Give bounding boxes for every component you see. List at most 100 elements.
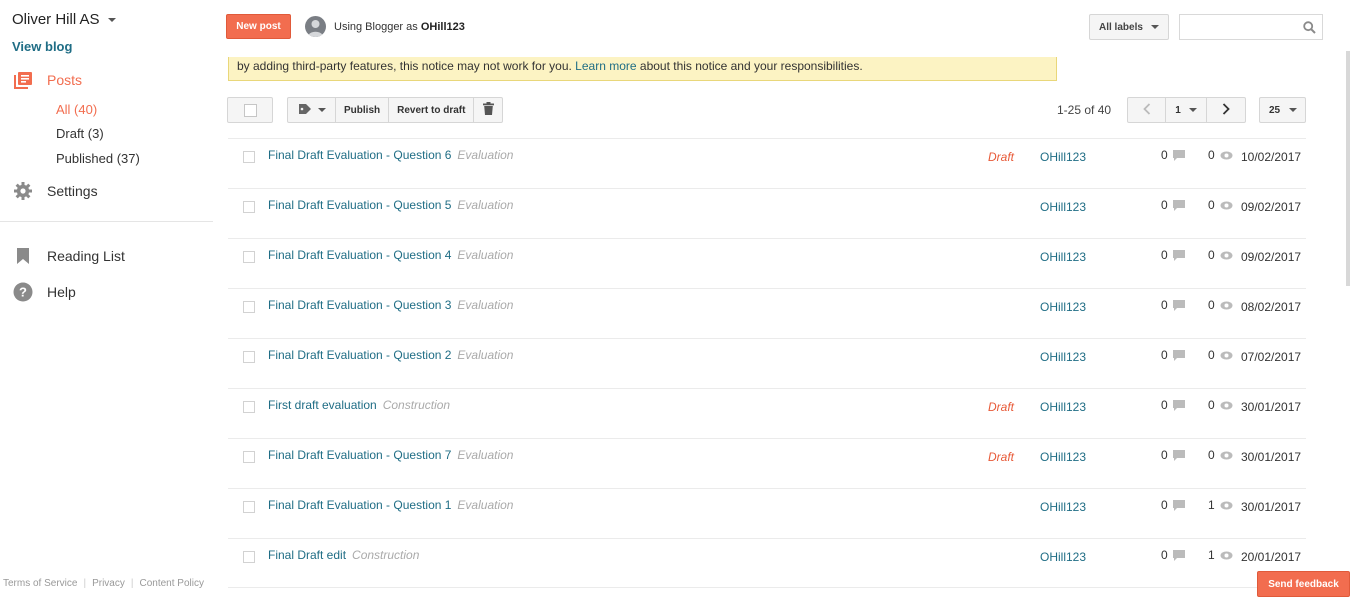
post-title[interactable]: Final Draft Evaluation - Question 1 Evalu… [268,498,513,512]
search-input[interactable] [1179,14,1323,40]
comment-icon [1172,299,1185,311]
post-author[interactable]: OHill123 [1040,250,1086,264]
row-checkbox[interactable] [243,301,255,313]
comment-count-value: 0 [1161,348,1168,362]
notice-text: about this notice and your responsibilit… [639,59,863,73]
table-row[interactable]: Final Draft Evaluation - Question 4 Evalu… [228,238,1306,288]
chevron-right-icon [1222,102,1230,118]
row-checkbox[interactable] [243,551,255,563]
comment-count-value: 0 [1161,548,1168,562]
table-row[interactable]: Final Draft Evaluation - Question 3 Evalu… [228,288,1306,338]
sidebar-item-posts[interactable]: Posts [12,70,82,90]
view-count: 0 [1208,298,1233,312]
post-title-text[interactable]: Final Draft Evaluation - Question 7 [268,448,451,462]
post-title[interactable]: Final Draft Evaluation - Question 6 Evalu… [268,148,513,162]
previous-page-button[interactable] [1128,98,1166,122]
publish-button[interactable]: Publish [336,98,390,122]
privacy-link[interactable]: Privacy [92,578,125,589]
blog-selector[interactable]: Oliver Hill AS [12,11,116,28]
post-author[interactable]: OHill123 [1040,150,1086,164]
sidebar-divider [0,221,213,222]
post-title-text[interactable]: Final Draft Evaluation - Question 5 [268,198,451,212]
post-author[interactable]: OHill123 [1040,300,1086,314]
row-checkbox[interactable] [243,351,255,363]
post-author[interactable]: OHill123 [1040,200,1086,214]
delete-button[interactable] [474,98,502,122]
post-title-text[interactable]: Final Draft Evaluation - Question 1 [268,498,451,512]
post-status: Draft [988,450,1015,464]
post-title[interactable]: Final Draft Evaluation - Question 4 Evalu… [268,248,513,262]
labels-dropdown[interactable]: All labels [1089,14,1169,40]
table-row[interactable]: Final Draft Evaluation - Question 7 Evalu… [228,438,1306,488]
select-all-checkbox[interactable] [227,97,273,123]
chevron-down-icon [317,108,326,112]
post-title-text[interactable]: First draft evaluation [268,398,377,412]
row-checkbox[interactable] [243,501,255,513]
post-author[interactable]: OHill123 [1040,350,1086,364]
table-row[interactable]: Final Draft edit Construction OHill123 0 … [228,538,1306,588]
comment-count: 0 [1161,498,1185,512]
table-row[interactable]: Final Draft Evaluation - Question 1 Evalu… [228,488,1306,538]
post-title-text[interactable]: Final Draft Evaluation - Question 3 [268,298,451,312]
row-checkbox[interactable] [243,201,255,213]
send-feedback-button[interactable]: Send feedback [1257,571,1350,597]
post-title-text[interactable]: Final Draft Evaluation - Question 4 [268,248,451,262]
sidebar-item-help[interactable]: ? Help [12,282,76,302]
row-checkbox[interactable] [243,401,255,413]
post-title[interactable]: Final Draft edit Construction [268,548,419,562]
post-title[interactable]: Final Draft Evaluation - Question 7 Evalu… [268,448,513,462]
labels-dropdown-label: All labels [1099,21,1143,33]
cookie-notice: by adding third-party features, this not… [228,57,1057,81]
table-row[interactable]: Final Draft Evaluation - Question 2 Evalu… [228,338,1306,388]
post-author[interactable]: OHill123 [1040,550,1086,564]
post-label: Evaluation [457,448,514,462]
post-title-text[interactable]: Final Draft edit [268,548,346,562]
comment-icon [1172,449,1185,461]
post-title-text[interactable]: Final Draft Evaluation - Question 6 [268,148,451,162]
post-author[interactable]: OHill123 [1040,400,1086,414]
post-title[interactable]: Final Draft Evaluation - Question 2 Evalu… [268,348,513,362]
terms-link[interactable]: Terms of Service [3,578,77,589]
sidebar-item-settings[interactable]: Settings [12,181,98,201]
table-row[interactable]: First draft evaluation Construction Draft… [228,388,1306,438]
label-menu-button[interactable] [288,98,336,122]
post-title[interactable]: Final Draft Evaluation - Question 5 Evalu… [268,198,513,212]
post-title[interactable]: Final Draft Evaluation - Question 3 Evalu… [268,298,513,312]
content-policy-link[interactable]: Content Policy [139,578,203,589]
trash-icon [482,102,494,118]
next-page-button[interactable] [1207,98,1245,122]
sidebar-subitem-all[interactable]: All (40) [56,102,97,117]
sidebar-subitem-draft[interactable]: Draft (3) [56,126,104,141]
post-label: Construction [352,548,420,562]
learn-more-link[interactable]: Learn more [575,59,636,73]
page-select[interactable]: 1 [1166,98,1207,122]
vertical-scrollbar[interactable] [1346,51,1350,286]
sidebar-item-reading-list[interactable]: Reading List [12,246,125,266]
sidebar-subitem-published[interactable]: Published (37) [56,151,140,166]
new-post-button[interactable]: New post [226,14,291,39]
post-label: Evaluation [457,148,514,162]
per-page-select[interactable]: 25 [1259,97,1306,123]
revert-to-draft-button[interactable]: Revert to draft [389,98,475,122]
post-author[interactable]: OHill123 [1040,500,1086,514]
notice-text: by adding third-party features, this not… [237,59,572,73]
blog-title: Oliver Hill AS [12,11,100,28]
table-row[interactable]: Final Draft Evaluation - Question 5 Evalu… [228,188,1306,238]
row-checkbox[interactable] [243,451,255,463]
row-checkbox[interactable] [243,251,255,263]
comment-count-value: 0 [1161,198,1168,212]
avatar[interactable] [305,16,326,37]
post-author[interactable]: OHill123 [1040,450,1086,464]
eye-icon [1220,251,1233,259]
view-blog-link[interactable]: View blog [12,39,72,54]
table-row[interactable]: Final Draft Evaluation - Question 6 Evalu… [228,138,1306,188]
view-count-value: 0 [1208,198,1215,212]
post-title[interactable]: First draft evaluation Construction [268,398,450,412]
row-checkbox[interactable] [243,151,255,163]
post-date: 09/02/2017 [1241,250,1302,264]
post-date: 30/01/2017 [1241,450,1302,464]
post-title-text[interactable]: Final Draft Evaluation - Question 2 [268,348,451,362]
eye-icon [1220,501,1233,509]
user-prefix: Using Blogger as [334,21,418,33]
search-icon[interactable] [1303,21,1316,37]
